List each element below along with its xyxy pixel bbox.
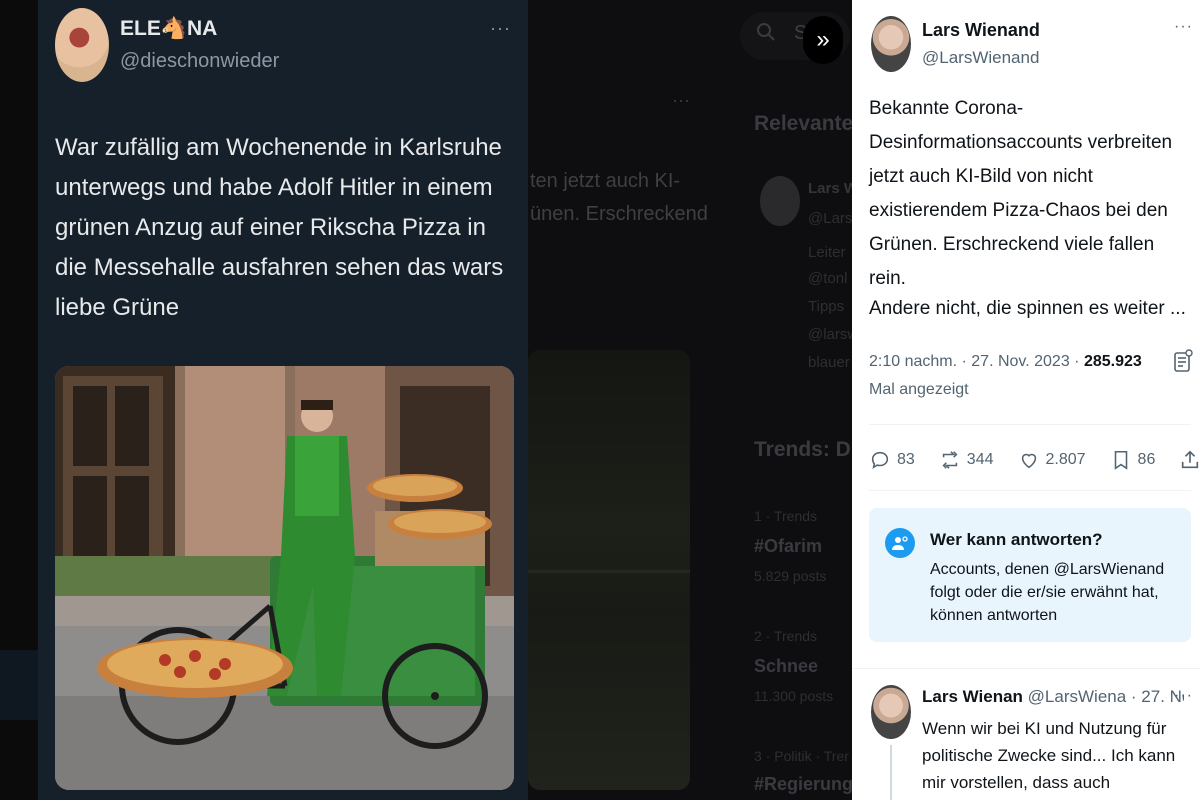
trend-count: 5.829 posts — [754, 568, 827, 584]
tweet-author-handle[interactable]: @dieschonwieder — [120, 50, 279, 73]
reply-header: Lars Wienan @LarsWiena · 27. Nov. — [922, 687, 1184, 707]
related-bio: @tonl — [808, 270, 848, 287]
reply-restriction-box: Wer kann antworten? Accounts, denen @Lar… — [869, 508, 1191, 642]
view-label: Mal angezeigt — [869, 381, 969, 398]
reply-count: 83 — [897, 451, 915, 468]
trend-name[interactable]: #Ofarim — [754, 536, 822, 557]
bookmark-button[interactable]: 86 — [1110, 449, 1156, 471]
share-icon — [1182, 450, 1199, 469]
more-icon[interactable]: ··· — [1174, 687, 1193, 705]
reply-icon — [871, 451, 889, 469]
user-at-icon — [885, 528, 915, 558]
trend-name[interactable]: #Regierungs — [754, 774, 852, 795]
related-handle: @Lars — [808, 210, 852, 227]
reply-button[interactable]: 83 — [869, 449, 915, 471]
trends-title: Trends: D — [754, 438, 851, 461]
author-handle[interactable]: @LarsWienand — [922, 48, 1039, 68]
bg-tweet-fragment: ten jetzt auch KI- — [530, 170, 681, 192]
like-count: 2.807 — [1045, 451, 1086, 468]
reply-author-handle[interactable]: @LarsWiena — [1028, 687, 1127, 706]
like-button[interactable]: 2.807 — [1018, 449, 1086, 471]
trend-category: 3 · Politik · Trer — [754, 748, 849, 764]
reply-restriction-text: Accounts, denen @LarsWienand folgt oder … — [930, 561, 1165, 624]
related-bio: Leiter — [808, 244, 846, 261]
post-text: Bekannte Corona-Desinformationsaccounts … — [869, 98, 1173, 289]
bookmark-count: 86 — [1137, 451, 1156, 468]
detail-panel: Lars Wienand @LarsWienand ··· Bekannte C… — [852, 0, 1200, 800]
reply-text: Wenn wir bei KI und Nutzung für politisc… — [922, 719, 1176, 792]
post-text-continued: Andere nicht, die spinnen es weiter ... — [869, 298, 1186, 319]
more-icon[interactable]: ··· — [490, 18, 511, 39]
tweet-text: War zufällig am Wochenende in Karlsruhe … — [55, 134, 504, 321]
avatar[interactable] — [871, 685, 911, 739]
related-bio: Tipps — [808, 298, 845, 315]
related-name[interactable]: Lars W — [808, 180, 852, 197]
expand-icon[interactable]: » — [803, 16, 843, 64]
more-icon[interactable]: ··· — [1174, 18, 1193, 36]
analytics-icon[interactable] — [1172, 348, 1194, 374]
trend-name[interactable]: Schnee — [754, 656, 818, 677]
divider — [869, 490, 1191, 491]
trend-count: 11.300 posts — [754, 688, 834, 704]
tweet-image[interactable] — [55, 366, 514, 790]
left-nav-block — [0, 650, 38, 720]
reply-restriction-title: Wer kann antworten? — [930, 530, 1103, 549]
avatar[interactable] — [55, 8, 109, 82]
heart-icon — [1021, 453, 1036, 469]
bg-tweet-fragment: ünen. Erschreckend — [530, 203, 708, 225]
sidebar-title: Relevante — [754, 112, 852, 135]
search-icon — [757, 23, 775, 41]
share-button[interactable] — [1179, 449, 1200, 471]
repost-icon — [942, 451, 958, 469]
bg-image-detail — [528, 570, 690, 573]
repost-count: 344 — [966, 451, 994, 468]
bookmark-icon — [1114, 450, 1127, 470]
author-name[interactable]: Lars Wienand — [922, 20, 1040, 41]
post-timestamp[interactable]: 2:10 nachm. · 27. Nov. 2023 · — [869, 353, 1084, 370]
bg-more-icon: ··· — [672, 90, 690, 110]
ai-generated-photo — [55, 366, 514, 790]
related-avatar[interactable] — [760, 176, 800, 226]
reply-post[interactable]: Lars Wienan @LarsWiena · 27. Nov. ··· We… — [852, 668, 1200, 800]
thread-line — [890, 745, 892, 800]
avatar[interactable] — [871, 16, 911, 72]
reply-author-name[interactable]: Lars Wienan — [922, 687, 1023, 706]
tweet-card: ELE🐴NA @dieschonwieder ··· War zufällig … — [38, 0, 528, 800]
post-meta: 2:10 nachm. · 27. Nov. 2023 · 285.923 Ma… — [869, 348, 1169, 404]
action-bar: 83 344 2.807 86 — [869, 440, 1199, 480]
divider — [869, 424, 1191, 425]
trend-category: 1 · Trends — [754, 508, 818, 524]
repost-button[interactable]: 344 — [939, 449, 994, 471]
related-bio: @larsw — [808, 326, 852, 343]
related-bio: blauer — [808, 354, 850, 371]
view-count: 285.923 — [1083, 353, 1142, 370]
tweet-author-name[interactable]: ELE🐴NA — [120, 17, 217, 41]
trend-category: 2 · Trends — [754, 628, 818, 644]
